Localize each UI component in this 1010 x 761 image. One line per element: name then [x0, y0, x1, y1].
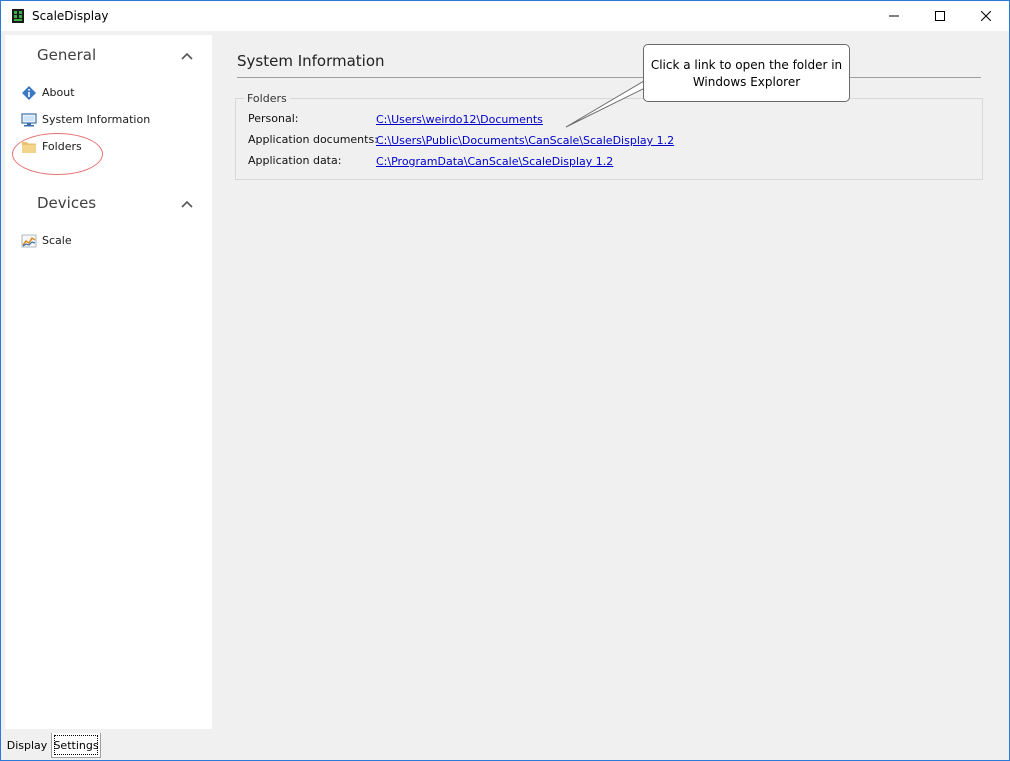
sidebar-item-system-information[interactable]: System Information	[19, 110, 204, 130]
window-title: ScaleDisplay	[32, 9, 109, 23]
app-documents-folder-link[interactable]: C:\Users\Public\Documents\CanScale\Scale…	[376, 134, 674, 147]
section-title: General	[37, 46, 97, 64]
minimize-button[interactable]	[871, 1, 917, 31]
tab-label: Display	[6, 739, 48, 752]
chart-icon	[21, 233, 37, 249]
folder-row-label: Application documents:	[248, 133, 378, 146]
title-divider	[237, 77, 981, 78]
bottom-tab-bar: Display Settings	[5, 733, 1007, 759]
app-window: ScaleDisplay General About System Inform…	[0, 0, 1010, 761]
focus-rectangle	[54, 735, 98, 755]
close-button[interactable]	[963, 1, 1009, 31]
sidebar: General About System Information Folders…	[5, 35, 206, 729]
section-header-general[interactable]: General	[5, 44, 206, 68]
sidebar-item-label: Scale	[42, 234, 72, 247]
sidebar-item-scale[interactable]: Scale	[19, 231, 204, 251]
scale-app-icon	[12, 9, 24, 23]
tooltip-callout: Click a link to open the folder in Windo…	[643, 44, 850, 102]
sidebar-item-label: About	[42, 86, 75, 99]
folder-row-label: Application data:	[248, 154, 342, 167]
minimize-icon	[889, 15, 899, 17]
tab-display[interactable]: Display	[5, 733, 49, 758]
section-title: Devices	[37, 194, 97, 212]
highlight-circle	[12, 133, 103, 175]
page-title: System Information	[237, 52, 385, 70]
close-icon	[981, 11, 991, 21]
maximize-icon	[935, 11, 945, 21]
computer-icon	[21, 112, 37, 128]
maximize-button[interactable]	[917, 1, 963, 31]
tab-settings[interactable]: Settings	[51, 733, 101, 758]
callout-line: Windows Explorer	[692, 75, 801, 89]
title-bar[interactable]: ScaleDisplay	[1, 1, 1009, 31]
groupbox-legend: Folders	[244, 92, 290, 105]
sidebar-item-about[interactable]: About	[19, 83, 204, 103]
chevron-up-icon[interactable]	[181, 199, 193, 209]
section-header-devices[interactable]: Devices	[5, 192, 206, 216]
app-data-folder-link[interactable]: C:\ProgramData\CanScale\ScaleDisplay 1.2	[376, 155, 613, 168]
sidebar-item-label: System Information	[42, 113, 151, 126]
callout-line: Click a link to open the folder in	[650, 58, 843, 72]
main-content: System Information Folders Personal: C:\…	[212, 35, 1007, 729]
info-icon	[21, 85, 37, 101]
folder-row-label: Personal:	[248, 112, 299, 125]
personal-folder-link[interactable]: C:\Users\weirdo12\Documents	[376, 113, 543, 126]
chevron-up-icon[interactable]	[181, 51, 193, 61]
